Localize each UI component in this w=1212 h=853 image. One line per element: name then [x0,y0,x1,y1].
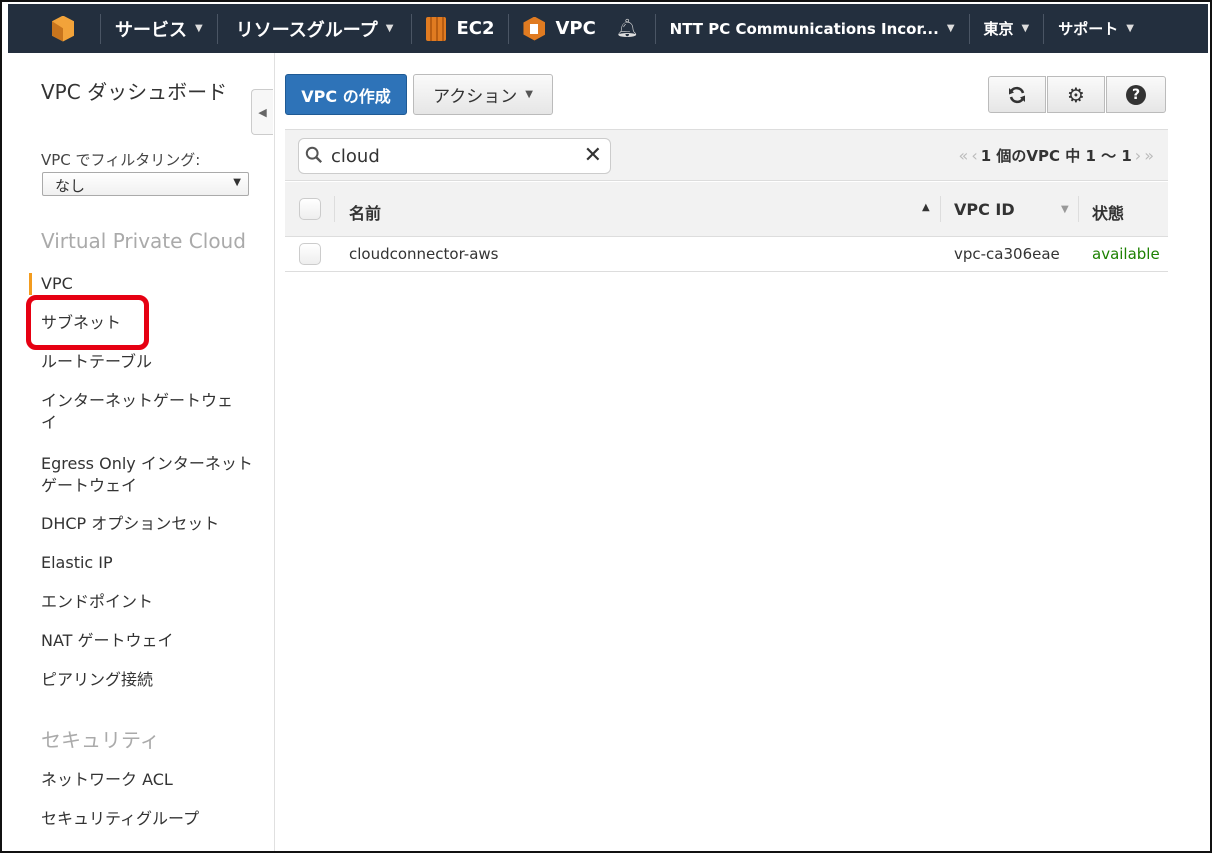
column-header-state[interactable]: 状態 [1092,200,1124,224]
search-box[interactable]: ✕ [298,138,611,174]
chevron-down-icon: ▼ [195,23,203,34]
column-header-vpc-id[interactable]: VPC ID [954,200,1015,219]
sidebar-item-internet-gateways[interactable]: インターネットゲートウェイ [41,390,246,434]
ec2-shortcut[interactable]: EC2 [412,4,508,53]
vpc-icon [523,16,546,41]
support-menu[interactable]: サポート ▼ [1044,4,1138,53]
region-menu[interactable]: 東京 ▼ [970,4,1044,53]
column-header-name[interactable]: 名前 [349,200,381,224]
search-icon [305,146,323,164]
resource-groups-menu[interactable]: リソースグループ ▼ [218,4,412,53]
ec2-label: EC2 [456,18,495,39]
actions-dropdown-button[interactable]: アクション ▼ [413,74,553,115]
sidebar-item-elastic-ip[interactable]: Elastic IP [41,552,256,574]
sidebar: VPC ダッシュボード VPC でフィルタリング: なし ▼ Virtual P… [8,53,275,851]
browser-frame: サービス ▼ リソースグループ ▼ EC2 VPC 🔔︎ NTT PC Comm… [0,0,1212,853]
settings-button[interactable]: ⚙ [1047,76,1105,113]
chevron-down-icon: ▼ [946,23,955,34]
chevron-down-icon: ▼ [1021,23,1030,34]
next-page-icon[interactable]: › [1135,146,1141,165]
pagination: « ‹ 1 個のVPC 中 1 ～ 1 › » [959,145,1154,166]
refresh-icon [1009,86,1025,103]
section-virtual-private-cloud: Virtual Private Cloud [41,229,246,253]
top-navigation: サービス ▼ リソースグループ ▼ EC2 VPC 🔔︎ NTT PC Comm… [8,4,1208,53]
filter-toolbar: ✕ « ‹ 1 個のVPC 中 1 ～ 1 › » [285,129,1168,181]
refresh-button[interactable] [988,76,1046,113]
dropdown-arrow-icon: ▼ [233,177,241,188]
sidebar-item-endpoints[interactable]: エンドポイント [41,591,256,613]
help-button[interactable]: ? [1106,76,1166,113]
create-vpc-button[interactable]: VPC の作成 [285,74,407,115]
table-row[interactable]: cloudconnector-aws vpc-ca306eae availabl… [285,237,1168,272]
services-label: サービス [115,19,187,41]
aws-logo-button[interactable] [8,4,100,53]
vpc-shortcut[interactable]: VPC [509,4,609,53]
sidebar-item-security-groups[interactable]: セキュリティグループ [41,808,256,830]
region-label: 東京 [983,20,1014,38]
aws-cube-icon [52,15,74,42]
chevron-down-icon: ▼ [1126,23,1134,34]
account-label: NTT PC Communications Incor... [669,19,939,38]
vpc-label: VPC [555,18,596,39]
pagination-text: 1 個のVPC 中 1 ～ 1 [980,147,1132,165]
close-icon[interactable]: ✕ [584,143,602,168]
account-menu[interactable]: NTT PC Communications Incor... ▼ [656,4,969,53]
search-input[interactable] [331,145,571,167]
select-all-checkbox[interactable] [299,198,321,220]
sidebar-item-network-acls[interactable]: ネットワーク ACL [41,769,256,791]
sidebar-collapse-button[interactable]: ◀ [251,89,273,135]
vpc-filter-value: なし [55,177,86,195]
annotation-highlight-box [26,295,149,350]
sidebar-item-peering-connections[interactable]: ピアリング接続 [41,669,256,691]
vpc-filter-label: VPC でフィルタリング: [41,151,201,169]
resource-groups-label: リソースグループ [235,19,378,41]
chevron-down-icon: ▼ [385,23,394,34]
actions-label: アクション [433,87,518,107]
services-menu[interactable]: サービス ▼ [101,4,217,53]
vpc-filter-select[interactable]: なし ▼ [42,172,249,196]
cell-state: available [1092,245,1160,263]
sidebar-item-route-tables[interactable]: ルートテーブル [41,351,256,373]
sidebar-item-vpc[interactable]: VPC [29,273,256,295]
bell-icon: 🔔︎ [615,18,639,39]
gear-icon: ⚙ [1067,82,1085,107]
chevron-left-icon: ◀ [258,105,267,119]
help-icon: ? [1126,84,1146,105]
sort-descending-icon[interactable]: ▼ [1061,204,1069,215]
previous-page-icon[interactable]: ‹ [971,146,977,165]
sidebar-item-nat-gateways[interactable]: NAT ゲートウェイ [41,630,256,652]
sidebar-item-dhcp-options[interactable]: DHCP オプションセット [41,513,256,535]
sidebar-title[interactable]: VPC ダッシュボード [41,79,241,105]
row-checkbox[interactable] [299,243,321,265]
notifications-button[interactable]: 🔔︎ [610,4,655,53]
ec2-icon [426,16,447,41]
sidebar-item-egress-only-gateways[interactable]: Egress Only インターネットゲートウェイ [41,453,253,497]
chevron-down-icon: ▼ [525,89,533,100]
support-label: サポート [1058,20,1119,38]
first-page-icon[interactable]: « [959,146,969,165]
sort-ascending-icon[interactable]: ▲ [922,202,930,213]
table-header: 名前 ▲ VPC ID ▼ 状態 [285,182,1168,237]
section-security: セキュリティ [41,728,160,752]
cell-vpc-id: vpc-ca306eae [954,245,1060,263]
cell-name: cloudconnector-aws [349,245,499,263]
last-page-icon[interactable]: » [1144,146,1154,165]
